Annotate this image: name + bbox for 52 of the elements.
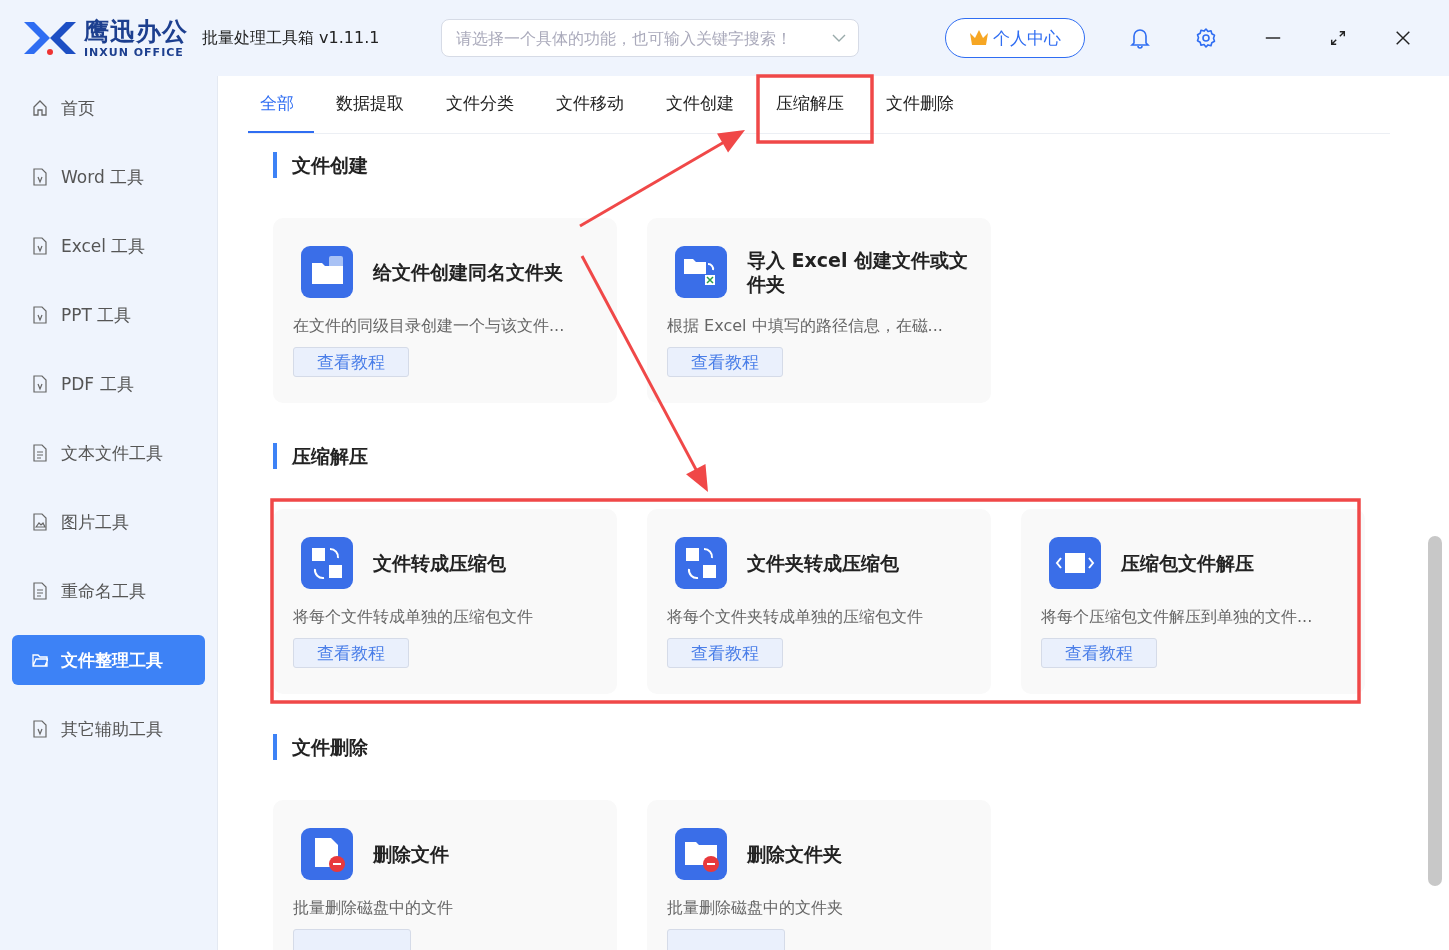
tool-card[interactable]: 文件转成压缩包 将每个文件转成单独的压缩包文件 查看教程 bbox=[273, 509, 617, 694]
tab[interactable]: 数据提取 bbox=[324, 76, 424, 133]
tool-card[interactable]: 导入 Excel 创建文件或文件夹 根据 Excel 中填写的路径信息，在磁... 查看教程 bbox=[647, 218, 991, 403]
section-title: 文件删除 bbox=[273, 734, 1390, 760]
tab[interactable]: 压缩解压 bbox=[764, 76, 864, 133]
tab[interactable]: 文件创建 bbox=[654, 76, 754, 133]
card-title: 文件夹转成压缩包 bbox=[747, 551, 899, 575]
logo-name: 鹰迅办公 bbox=[84, 18, 188, 44]
card-description: 在文件的同级目录创建一个与该文件... bbox=[293, 316, 566, 337]
card-description: 将每个压缩包文件解压到单独的文件... bbox=[1041, 607, 1314, 628]
crown-icon bbox=[969, 29, 990, 47]
card-description: 将每个文件夹转成单独的压缩包文件 bbox=[667, 607, 924, 628]
tool-card[interactable]: 删除文件夹 批量删除磁盘中的文件夹 bbox=[647, 800, 991, 950]
tab[interactable]: 文件分类 bbox=[434, 76, 534, 133]
app-title: 批量处理工具箱 v1.11.1 bbox=[202, 27, 380, 49]
logo-subtitle: INXUN OFFICE bbox=[84, 46, 185, 58]
chevron-down-icon bbox=[832, 34, 847, 42]
settings-icon[interactable] bbox=[1195, 27, 1218, 49]
close-icon[interactable] bbox=[1394, 29, 1413, 47]
sidebar-item[interactable]: 首页 bbox=[12, 83, 205, 133]
card-description: 将每个文件转成单独的压缩包文件 bbox=[293, 607, 534, 628]
card-title: 删除文件 bbox=[373, 842, 449, 866]
sidebar-item[interactable]: Word 工具 bbox=[12, 152, 205, 202]
sidebar-item[interactable]: 其它辅助工具 bbox=[12, 704, 205, 754]
card-title: 压缩包文件解压 bbox=[1121, 551, 1254, 575]
card-title: 导入 Excel 创建文件或文件夹 bbox=[747, 248, 970, 296]
card-title: 文件转成压缩包 bbox=[373, 551, 506, 575]
home-icon bbox=[32, 99, 48, 117]
tool-card[interactable]: 给文件创建同名文件夹 在文件的同级目录创建一个与该文件... 查看教程 bbox=[273, 218, 617, 403]
sidebar-item[interactable]: Excel 工具 bbox=[12, 221, 205, 271]
maximize-icon[interactable] bbox=[1329, 29, 1348, 47]
sidebar-item[interactable]: 图片工具 bbox=[12, 497, 205, 547]
sidebar-item[interactable]: PPT 工具 bbox=[12, 290, 205, 340]
search-field[interactable]: 请选择一个具体的功能，也可输入关键字搜索！ bbox=[441, 19, 860, 57]
card-description: 根据 Excel 中填写的路径信息，在磁... bbox=[667, 316, 944, 337]
card-description: 批量删除磁盘中的文件 bbox=[293, 898, 454, 919]
account-button[interactable]: 个人中心 bbox=[945, 18, 1086, 58]
tool-card[interactable]: 文件夹转成压缩包 将每个文件夹转成单独的压缩包文件 查看教程 bbox=[647, 509, 991, 694]
tool-card[interactable]: 压缩包文件解压 将每个压缩包文件解压到单独的文件... 查看教程 bbox=[1021, 509, 1365, 694]
sidebar-item[interactable]: 重命名工具 bbox=[12, 566, 205, 616]
tool-card[interactable]: 删除文件 批量删除磁盘中的文件 bbox=[273, 800, 617, 950]
card-title: 删除文件夹 bbox=[747, 842, 842, 866]
bell-icon[interactable] bbox=[1129, 27, 1152, 49]
card-description: 批量删除磁盘中的文件夹 bbox=[667, 898, 844, 919]
tab[interactable]: 全部 bbox=[248, 76, 314, 133]
tab[interactable]: 文件移动 bbox=[544, 76, 644, 133]
card-title: 给文件创建同名文件夹 bbox=[373, 260, 563, 284]
sidebar-item[interactable]: 文本文件工具 bbox=[12, 428, 205, 478]
sidebar-item[interactable]: PDF 工具 bbox=[12, 359, 205, 409]
sidebar-item[interactable]: 文件整理工具 bbox=[12, 635, 205, 685]
tab[interactable]: 文件删除 bbox=[874, 76, 974, 133]
scrollbar-thumb[interactable] bbox=[1427, 536, 1442, 886]
